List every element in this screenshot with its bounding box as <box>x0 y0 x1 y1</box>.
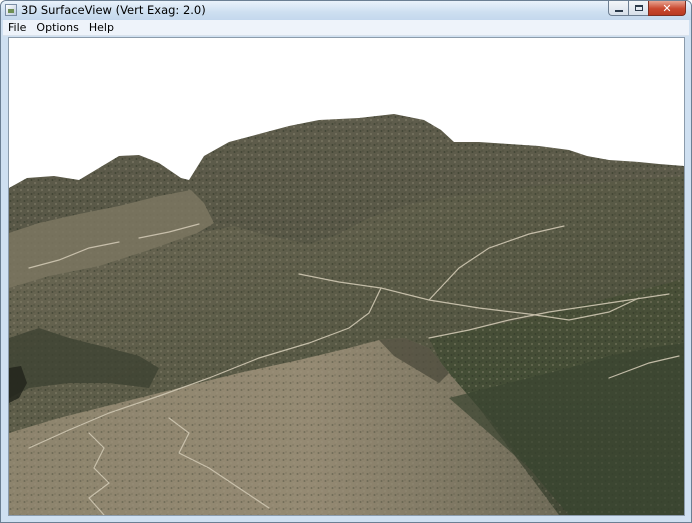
menu-bar: File Options Help <box>3 20 689 36</box>
menu-file[interactable]: File <box>3 20 31 35</box>
minimize-icon <box>614 9 623 12</box>
minimize-button[interactable] <box>608 1 628 16</box>
map-app-icon[interactable] <box>5 4 17 16</box>
menu-options[interactable]: Options <box>31 20 83 35</box>
close-icon: ✕ <box>662 1 672 15</box>
caption-buttons: ✕ <box>608 1 686 18</box>
maximize-icon <box>634 5 643 11</box>
maximize-button[interactable] <box>628 1 648 16</box>
window-title: 3D SurfaceView (Vert Exag: 2.0) <box>21 3 206 17</box>
close-button[interactable]: ✕ <box>648 1 686 16</box>
title-bar[interactable]: 3D SurfaceView (Vert Exag: 2.0) ✕ <box>1 1 691 20</box>
menu-help[interactable]: Help <box>84 20 119 35</box>
terrain-render <box>9 38 684 515</box>
app-window: 3D SurfaceView (Vert Exag: 2.0) ✕ File O… <box>0 0 692 523</box>
terrain-viewport[interactable] <box>8 37 685 516</box>
